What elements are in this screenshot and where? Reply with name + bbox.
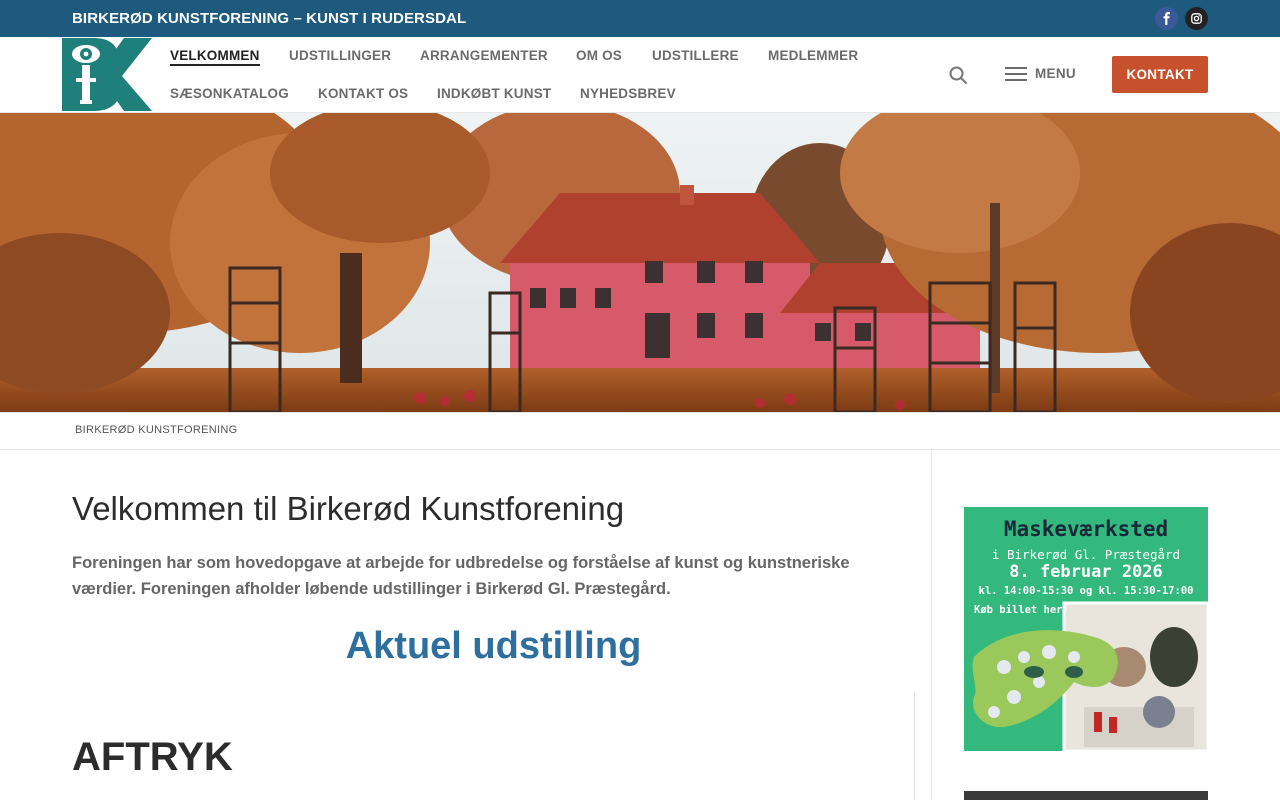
nav-item-arrangementer[interactable]: ARRANGEMENTER xyxy=(420,48,548,63)
contact-button[interactable]: KONTAKT xyxy=(1112,56,1208,93)
nav-item-udstillere[interactable]: UDSTILLERE xyxy=(652,48,739,63)
nav-item-velkommen[interactable]: VELKOMMEN xyxy=(170,48,260,66)
breadcrumb[interactable]: BIRKERØD KUNSTFORENING xyxy=(75,424,237,436)
site-header: VELKOMMEN UDSTILLINGER ARRANGEMENTER OM … xyxy=(0,37,1280,113)
top-bar: BIRKERØD KUNSTFORENING – KUNST I RUDERSD… xyxy=(0,0,1280,37)
breadcrumb-bar: BIRKERØD KUNSTFORENING xyxy=(0,412,1280,450)
nav-item-om-os[interactable]: OM OS xyxy=(576,48,622,63)
exhibition-title: AFTRYK xyxy=(72,735,233,779)
promo-times: kl. 14:00-15:30 og kl. 15:30-17:00 xyxy=(978,585,1194,597)
menu-button[interactable]: MENU xyxy=(1005,66,1076,81)
content-divider xyxy=(914,692,915,800)
nav-item-saesonkatalog[interactable]: SÆSONKATALOG xyxy=(170,86,289,101)
hamburger-icon xyxy=(1005,66,1027,81)
nav-item-udstillinger[interactable]: UDSTILLINGER xyxy=(289,48,391,63)
bk-logo[interactable] xyxy=(62,38,152,111)
search-icon[interactable] xyxy=(948,65,968,85)
nav-item-medlemmer[interactable]: MEDLEMMER xyxy=(768,48,858,63)
promo-title: Maskeværksted xyxy=(1003,517,1169,541)
hero-image xyxy=(0,113,1280,412)
menu-label: MENU xyxy=(1035,66,1076,81)
current-exhibition-heading: Aktuel udstilling xyxy=(345,625,642,667)
instagram-icon[interactable] xyxy=(1185,7,1208,30)
sidebar-divider xyxy=(931,450,932,800)
site-tagline: BIRKERØD KUNSTFORENING – KUNST I RUDERSD… xyxy=(72,10,467,27)
intro-text: Foreningen har som hovedopgave at arbejd… xyxy=(72,554,850,598)
nav-item-nyhedsbrev[interactable]: NYHEDSBREV xyxy=(580,86,676,101)
promo-cta[interactable]: Køb billet her! xyxy=(974,604,1069,616)
promo-date: 8. februar 2026 xyxy=(1009,562,1163,582)
workshop-promo-banner[interactable]: Maskeværksted i Birkerød Gl. Præstegård … xyxy=(964,507,1208,751)
promo-place: i Birkerød Gl. Præstegård xyxy=(991,547,1181,562)
nav-item-indkobt-kunst[interactable]: INDKØBT KUNST xyxy=(437,86,551,101)
page-title: Velkommen til Birkerød Kunstforening xyxy=(72,490,625,527)
nav-item-kontakt-os[interactable]: KONTAKT OS xyxy=(318,86,408,101)
second-promo-banner[interactable] xyxy=(964,791,1208,800)
facebook-icon[interactable] xyxy=(1155,7,1178,30)
